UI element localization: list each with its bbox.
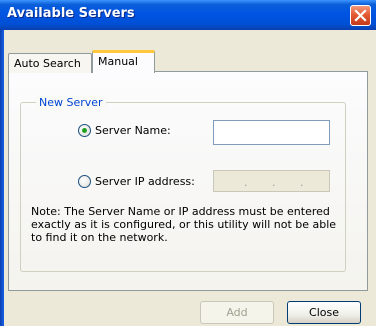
server-note-text: Note: The Server Name or IP address must… <box>31 205 337 244</box>
close-button[interactable]: Close <box>287 301 361 324</box>
tab-manual-label: Manual <box>98 55 138 68</box>
available-servers-dialog: Available Servers Auto Search Manual New… <box>0 0 376 326</box>
ip-separator: . <box>300 176 304 189</box>
ip-separator: . <box>272 176 276 189</box>
tab-manual[interactable]: Manual <box>92 50 155 73</box>
title-bar[interactable]: Available Servers <box>0 0 376 30</box>
server-ip-label[interactable]: Server IP address: <box>95 175 195 188</box>
window-frame-left <box>0 30 4 326</box>
server-ip-radio[interactable] <box>78 175 91 188</box>
add-button[interactable]: Add <box>200 301 274 324</box>
server-ip-address-field[interactable]: . . . <box>213 170 330 192</box>
close-window-button[interactable] <box>350 5 371 26</box>
radio-selected-dot <box>82 128 87 133</box>
ip-separator: . <box>244 176 248 189</box>
server-name-label[interactable]: Server Name: <box>95 124 171 137</box>
new-server-legend: New Server <box>36 96 106 109</box>
server-name-radio[interactable] <box>78 124 91 137</box>
close-icon <box>354 9 367 22</box>
tab-strip: Auto Search Manual <box>8 50 368 73</box>
tab-auto-search-label: Auto Search <box>14 57 81 70</box>
window-title: Available Servers <box>7 6 135 21</box>
server-name-input[interactable] <box>213 120 330 145</box>
tab-auto-search[interactable]: Auto Search <box>8 53 92 73</box>
